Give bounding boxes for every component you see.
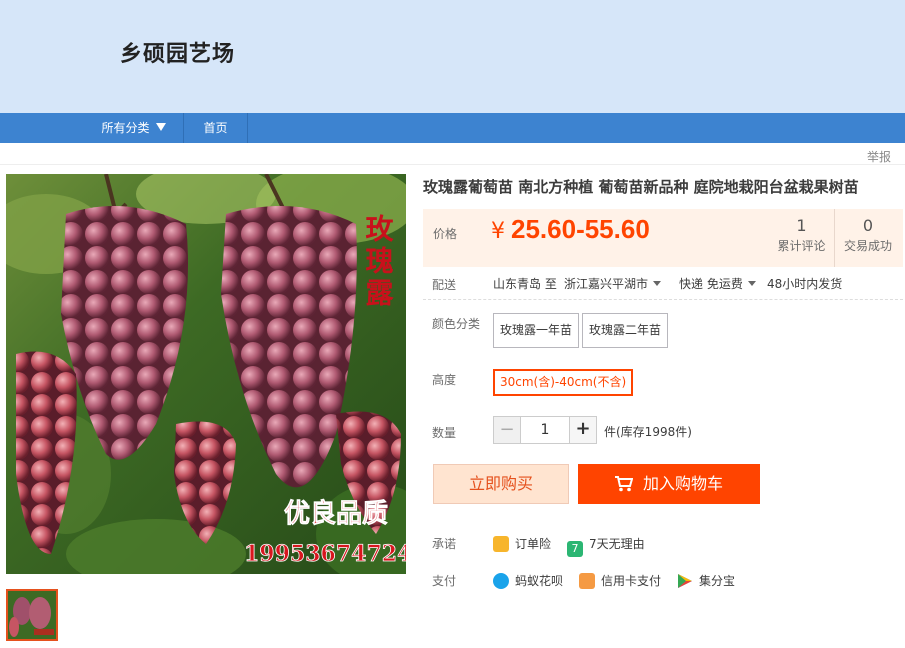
report-link[interactable]: 举报 <box>867 148 891 165</box>
promise-label: 承诺 <box>432 537 457 551</box>
color-option-two-year[interactable]: 玫瑰露二年苗 <box>582 313 669 348</box>
huabei-icon <box>493 573 509 589</box>
shipping-method: 快递 免运费 <box>679 277 743 291</box>
promise-order-insurance[interactable]: 订单险 <box>493 535 551 552</box>
shipping-destination-select[interactable]: 浙江嘉兴平湖市 <box>564 275 662 292</box>
product-title: 玫瑰露葡萄苗 南北方种植 葡萄苗新品种 庭院地栽阳台盆栽果树苗 <box>423 178 859 196</box>
price-value: 25.60-55.60 <box>511 214 650 244</box>
image-overlay-phone: 19953674724 <box>244 541 406 567</box>
shipping-dispatch: 48小时内发货 <box>767 277 843 291</box>
add-to-cart-button[interactable]: 加入购物车 <box>578 464 760 504</box>
payment-huabei[interactable]: 蚂蚁花呗 <box>493 572 563 589</box>
image-overlay-slogan: 优良品质 <box>284 498 388 529</box>
caret-down-icon <box>155 123 166 131</box>
nav-home[interactable]: 首页 <box>184 113 248 143</box>
add-to-cart-label: 加入购物车 <box>642 474 723 493</box>
price-label: 价格 <box>433 227 458 241</box>
reviews-stat[interactable]: 1 累计评论 <box>769 209 835 267</box>
quantity-label: 数量 <box>432 426 457 440</box>
price-panel: 价格 ¥ 25.60-55.60 1 累计评论 0 交易成功 <box>423 209 903 267</box>
payment-jifenbao[interactable]: 集分宝 <box>677 572 735 589</box>
shop-navbar: 所有分类 首页 <box>0 113 905 143</box>
stock-text: 件(库存1998件) <box>604 425 692 439</box>
buy-now-button[interactable]: 立即购买 <box>433 464 569 504</box>
shipping-destination: 浙江嘉兴平湖市 <box>564 277 649 291</box>
color-option-one-year[interactable]: 玫瑰露一年苗 <box>493 313 580 348</box>
payment-credit-card[interactable]: 信用卡支付 <box>579 572 661 589</box>
reviews-label: 累计评论 <box>777 239 826 253</box>
shipping-from: 山东青岛 至 <box>493 277 557 291</box>
payment-label: 支付 <box>432 574 457 588</box>
quantity-input[interactable]: 1 <box>520 417 570 443</box>
order-insurance-icon <box>493 536 509 552</box>
payment-item-label: 蚂蚁花呗 <box>515 574 564 588</box>
promise-item-label: 7天无理由 <box>589 537 645 551</box>
cart-icon <box>614 476 633 492</box>
height-label: 高度 <box>432 373 457 387</box>
seven-day-icon: 7 <box>567 541 583 557</box>
quantity-stepper: − 1 + <box>493 416 597 444</box>
divider <box>0 164 905 165</box>
payment-item-label: 信用卡支付 <box>601 574 662 588</box>
shop-header: 乡硕园艺场 <box>0 0 905 113</box>
promise-7day-return[interactable]: 7 7天无理由 <box>567 535 645 557</box>
trades-count: 0 <box>862 216 874 235</box>
shop-name[interactable]: 乡硕园艺场 <box>120 36 235 68</box>
shipping-method-select[interactable]: 快递 免运费 <box>679 275 756 292</box>
trades-stat: 0 交易成功 <box>835 209 901 267</box>
caret-down-icon <box>653 281 662 286</box>
reviews-count: 1 <box>796 216 807 235</box>
caret-down-icon <box>747 281 756 286</box>
price-currency: ¥ <box>491 219 505 244</box>
payment-item-label: 集分宝 <box>699 574 736 588</box>
shipping-label: 配送 <box>432 278 457 292</box>
nav-all-categories[interactable]: 所有分类 <box>84 113 184 143</box>
credit-card-icon <box>579 573 595 589</box>
color-label: 颜色分类 <box>432 317 481 331</box>
trades-label: 交易成功 <box>843 239 892 253</box>
nav-all-categories-label: 所有分类 <box>101 121 150 135</box>
divider <box>423 299 903 300</box>
quantity-increase-button[interactable]: + <box>570 417 596 443</box>
height-option-30-40cm[interactable]: 30cm(含)-40cm(不含) <box>493 369 634 396</box>
grape-photo: 玫瑰露 优良品质 19953674724 <box>6 174 406 574</box>
jifenbao-icon <box>678 574 692 588</box>
promise-item-label: 订单险 <box>515 537 552 551</box>
image-overlay-name: 玫瑰露 <box>362 214 395 310</box>
grape-thumbnail-image <box>8 591 56 639</box>
quantity-decrease-button[interactable]: − <box>494 417 520 443</box>
main-product-image[interactable]: 玫瑰露 优良品质 19953674724 <box>6 174 406 574</box>
product-thumbnail[interactable] <box>6 589 58 641</box>
